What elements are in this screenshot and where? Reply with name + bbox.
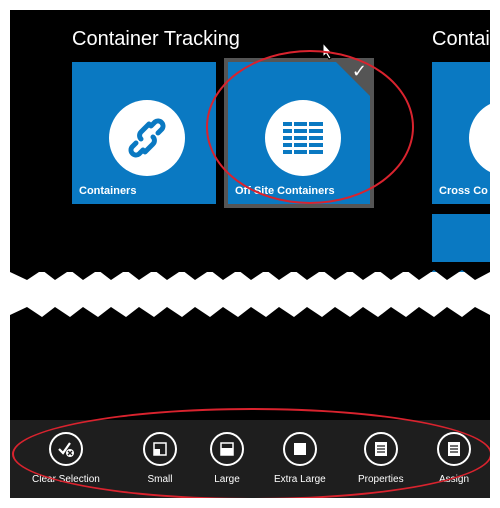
app-bar: Clear Selection Small Large Extra Large …: [10, 420, 490, 498]
command-label: Assign: [438, 474, 469, 485]
list-grid-icon: [265, 100, 341, 176]
start-screen-top: Container Tracking Contai Containers ✓ O…: [10, 10, 490, 272]
tile-label: Containers: [79, 185, 137, 197]
group-title-partial: Contai: [432, 28, 490, 50]
link-icon: [109, 100, 185, 176]
assign-icon: [437, 432, 471, 466]
small-tile-icon: [143, 432, 177, 466]
mouse-cursor-icon: [322, 42, 334, 60]
extra-large-button[interactable]: Extra Large: [274, 432, 326, 485]
command-label: Clear Selection: [32, 474, 100, 485]
small-button[interactable]: Small: [143, 432, 177, 485]
group-title-container-tracking: Container Tracking: [72, 28, 240, 50]
assign-button[interactable]: Assign: [437, 432, 471, 485]
checkmark-icon: ✓: [351, 61, 367, 82]
tile-containers[interactable]: Containers: [72, 62, 216, 204]
properties-icon: [363, 432, 398, 466]
command-label: Properties: [358, 474, 404, 485]
tile-cross-co[interactable]: Cross Co: [432, 62, 490, 204]
large-button[interactable]: Large: [210, 432, 244, 485]
command-label: Small: [147, 474, 173, 485]
extra-large-tile-icon: [282, 432, 317, 466]
list-grid-icon: [469, 100, 490, 176]
start-screen-bottom: Clear Selection Small Large Extra Large …: [10, 320, 490, 498]
tile-label: Cross Co: [439, 185, 488, 197]
clear-selection-icon: [48, 432, 83, 466]
large-tile-icon: [210, 432, 244, 466]
tile-off-site-containers[interactable]: ✓ Off Site Containers: [224, 58, 374, 208]
command-label: Large: [214, 474, 240, 485]
clear-selection-button[interactable]: Clear Selection: [32, 432, 100, 485]
torn-edge-top: [10, 262, 490, 280]
properties-button[interactable]: Properties: [358, 432, 404, 485]
command-label: Extra Large: [274, 474, 326, 485]
tile-label: Off Site Containers: [235, 185, 335, 197]
